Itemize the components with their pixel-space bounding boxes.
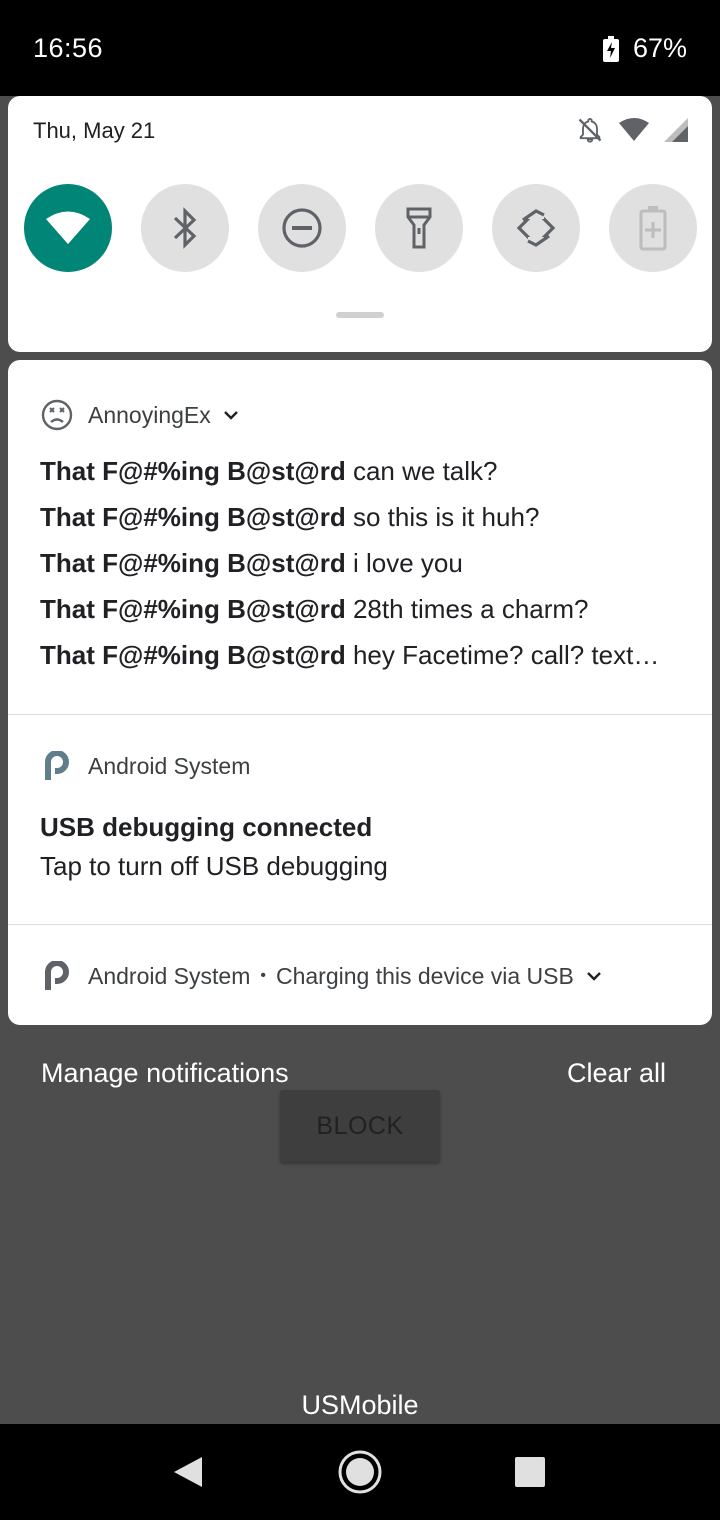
dnd-icon [282, 208, 322, 248]
notification-charging[interactable]: Android System • Charging this device vi… [8, 925, 712, 1025]
message-line: That F@#%ing B@st@rd so this is it huh? [40, 502, 539, 533]
tile-bluetooth[interactable] [141, 184, 229, 272]
rotate-icon [516, 208, 556, 248]
tile-wifi[interactable] [24, 184, 112, 272]
android-system-icon [40, 959, 74, 993]
back-icon [174, 1457, 202, 1487]
notification-summary: Charging this device via USB [275, 962, 574, 989]
message-text: can we talk? [352, 456, 498, 486]
chevron-down-icon[interactable] [221, 405, 241, 425]
recents-icon [515, 1457, 545, 1487]
sad-face-icon [40, 398, 74, 432]
battery-saver-icon [639, 206, 667, 251]
notification-text: Tap to turn off USB debugging [40, 851, 388, 881]
separator-dot: • [260, 967, 266, 984]
back-button[interactable] [164, 1448, 212, 1496]
carrier-label: USMobile [301, 1390, 419, 1420]
wifi-icon [46, 211, 90, 244]
message-line: That F@#%ing B@st@rd i love you [40, 548, 463, 579]
notification-annoyingex[interactable]: AnnoyingEx That F@#%ing B@st@rd can we t… [8, 360, 712, 714]
clock: 16:56 [33, 33, 104, 63]
battery-percent: 67% [632, 33, 687, 63]
message-text: 28th times a charm? [352, 594, 589, 624]
notification-usb-debugging[interactable]: Android System USB debugging connected T… [8, 715, 712, 924]
chevron-down-icon[interactable] [584, 966, 604, 986]
home-icon [338, 1450, 382, 1494]
android-system-icon [40, 749, 74, 783]
message-sender: That F@#%ing B@st@rd [40, 640, 346, 670]
signal-icon [664, 118, 688, 142]
notification-header: AnnoyingEx [40, 398, 241, 432]
tile-battery-saver[interactable] [609, 184, 697, 272]
bluetooth-icon [173, 207, 197, 249]
app-name: AnnoyingEx [88, 401, 211, 428]
message-line: That F@#%ing B@st@rd 28th times a charm? [40, 594, 589, 625]
tile-flashlight[interactable] [375, 184, 463, 272]
message-text: hey Facetime? call? text… [352, 640, 660, 670]
manage-notifications-button[interactable]: Manage notifications [41, 1058, 289, 1089]
qs-status-icons [576, 116, 688, 144]
message-sender: That F@#%ing B@st@rd [40, 502, 346, 532]
date-label: Thu, May 21 [33, 118, 156, 143]
clear-all-button[interactable]: Clear all [567, 1058, 666, 1089]
message-sender: That F@#%ing B@st@rd [40, 594, 346, 624]
tile-do-not-disturb[interactable] [258, 184, 346, 272]
notifications-off-icon [578, 117, 602, 143]
notification-title: USB debugging connected [40, 812, 373, 842]
app-name: Android System [88, 752, 251, 779]
notification-header: Android System [40, 749, 250, 783]
block-button[interactable]: BLOCK [280, 1090, 440, 1162]
recents-button[interactable] [506, 1448, 554, 1496]
message-line: That F@#%ing B@st@rd hey Facetime? call?… [40, 640, 659, 671]
wifi-icon [619, 118, 649, 141]
message-text: i love you [352, 548, 463, 578]
battery-charging-icon [602, 35, 619, 62]
message-line: That F@#%ing B@st@rd can we talk? [40, 456, 498, 487]
notification-panel: AnnoyingEx That F@#%ing B@st@rd can we t… [8, 360, 712, 1025]
message-text: so this is it huh? [352, 502, 540, 532]
message-sender: That F@#%ing B@st@rd [40, 456, 346, 486]
navigation-bar [0, 1424, 720, 1520]
message-sender: That F@#%ing B@st@rd [40, 548, 346, 578]
quick-settings-tiles [24, 184, 697, 272]
app-name: Android System [88, 962, 251, 989]
battery-indicator: 67% [602, 33, 687, 64]
notification-header: Android System • Charging this device vi… [40, 959, 604, 993]
status-bar: 16:56 67% [0, 0, 720, 96]
qs-drag-handle[interactable] [336, 312, 384, 318]
home-button[interactable] [336, 1448, 384, 1496]
tile-auto-rotate[interactable] [492, 184, 580, 272]
quick-settings-panel[interactable]: Thu, May 21 [8, 96, 712, 352]
flashlight-icon [406, 207, 432, 249]
